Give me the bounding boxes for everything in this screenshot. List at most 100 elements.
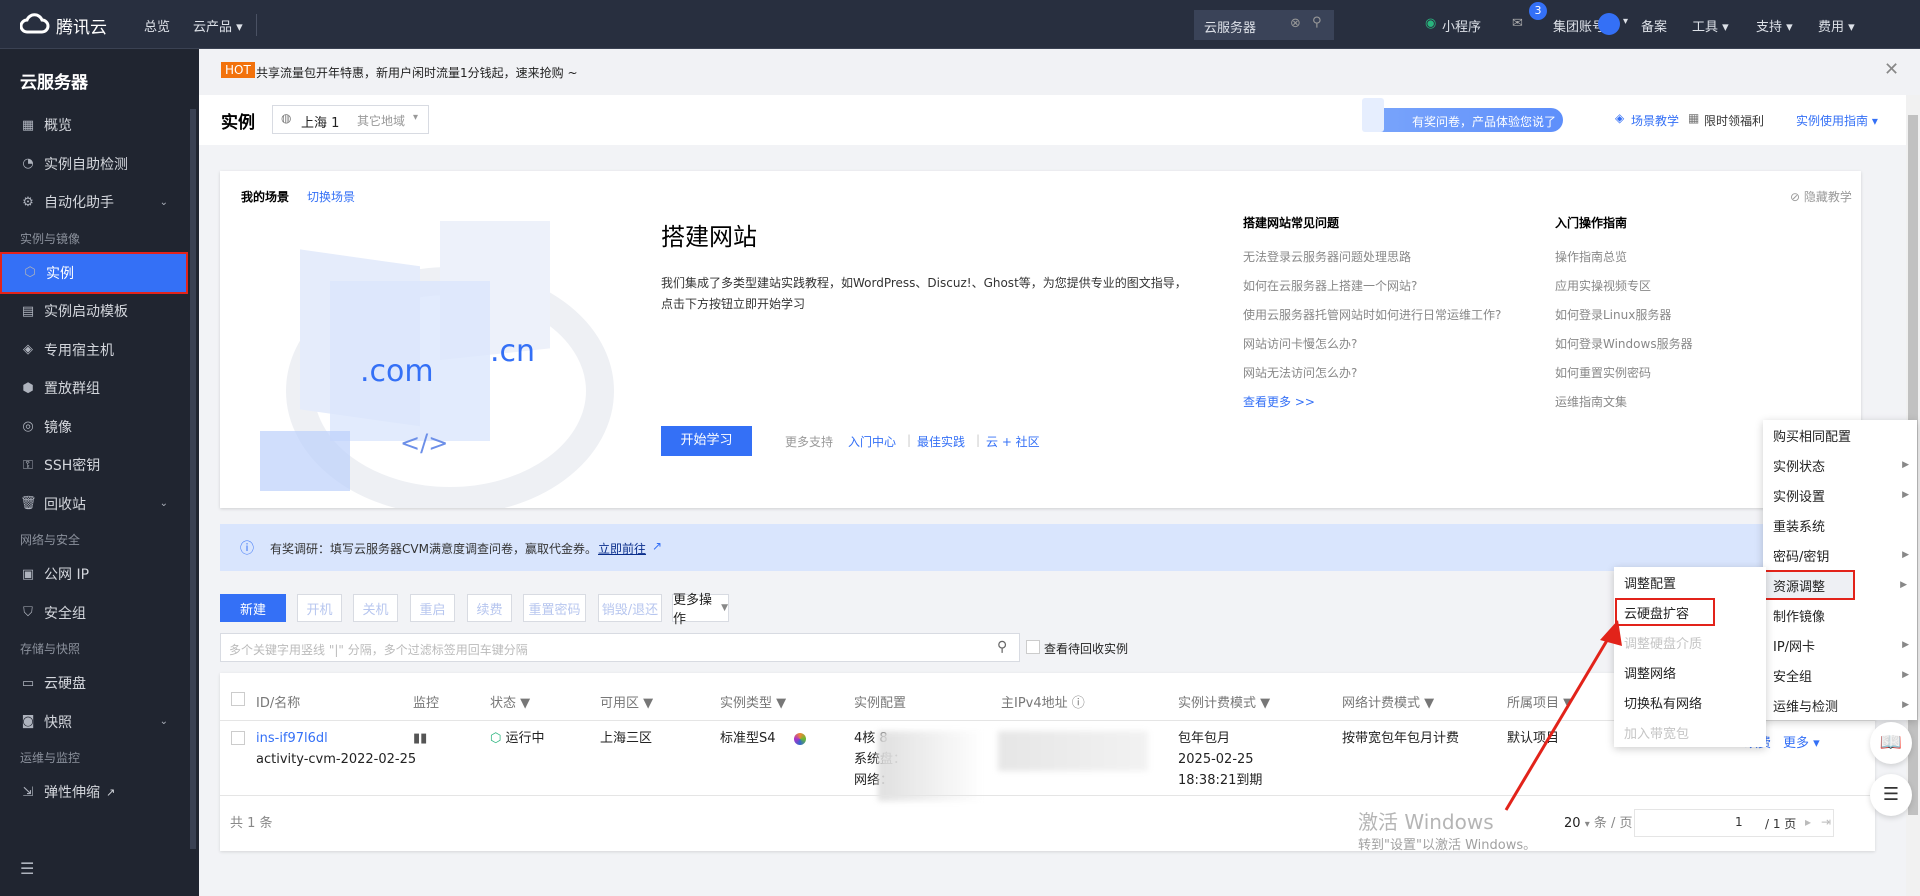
benefit-link[interactable]: 限时领福利 — [1704, 112, 1764, 129]
restart-button[interactable]: 重启 — [410, 594, 455, 622]
menu-item[interactable]: 安全组 ▶ — [1763, 660, 1917, 690]
recycle-checkbox[interactable] — [1026, 640, 1040, 654]
hot-text[interactable]: 共享流量包开年特惠，新用户闲时流量1分钱起，速来抢购 ~ — [256, 64, 578, 81]
switch-scene-link[interactable]: 切换场景 — [307, 188, 355, 205]
menu-item[interactable]: 实例状态 ▶ — [1763, 450, 1917, 480]
col-type[interactable]: 实例类型 ▼ — [720, 692, 786, 711]
nav-tools[interactable]: 工具 ▾ — [1692, 16, 1729, 35]
sidebar-item[interactable]: ◔ 实例自助检测 — [0, 145, 190, 183]
mini-program-link[interactable]: 小程序 — [1442, 16, 1481, 35]
reset-password-button[interactable]: 重置密码 — [523, 594, 586, 622]
select-all-checkbox[interactable] — [231, 692, 245, 706]
close-icon[interactable]: ✕ — [1884, 59, 1899, 80]
guide-item[interactable]: 运维指南文集 — [1555, 388, 1693, 417]
last-page-icon[interactable]: ⇥ — [1821, 815, 1831, 829]
menu-item[interactable]: 密码/密钥 ▶ — [1763, 540, 1917, 570]
sidebar-item-label: 实例启动模板 — [44, 304, 128, 320]
renew-button[interactable]: 续费 — [467, 594, 512, 622]
survey-pill[interactable]: 有奖问卷，产品体验您说了算 — [1362, 98, 1563, 146]
sidebar-item[interactable]: ▣ 公网 IP — [0, 555, 190, 593]
start-learning-button[interactable]: 开始学习 — [661, 426, 752, 456]
guide-item[interactable]: 操作指南总览 — [1555, 243, 1693, 272]
guide-dropdown[interactable]: 实例使用指南 ▾ — [1796, 112, 1878, 129]
sidebar-item[interactable]: ▭ 云硬盘 — [0, 664, 190, 702]
new-button[interactable]: 新建 — [220, 594, 286, 622]
menu-item[interactable]: 制作镜像 — [1763, 600, 1917, 630]
scene-title: 搭建网站 — [661, 223, 757, 251]
sidebar-item[interactable]: 🗑 回收站 ⌄ — [0, 485, 190, 523]
sidebar: 云服务器 ▦ 概览 ◔ 实例自助检测 ⚙ 自动化助手 ⌄ 实例与镜像 ⬡ 实例 ▤ 实例启动模板 ◈ 专用… — [0, 49, 199, 896]
region-select[interactable]: ◍ 上海 1 其它地域 ▾ — [272, 105, 429, 134]
sidebar-item[interactable]: ⛉ 安全组 — [0, 594, 190, 632]
nav-overview[interactable]: 总览 — [144, 16, 170, 35]
faq-item[interactable]: 网站访问卡慢怎么办? — [1243, 330, 1501, 359]
monitor-chart-icon[interactable]: ▮▮ — [413, 728, 427, 749]
nav-filing[interactable]: 备案 — [1641, 16, 1667, 35]
guide-item[interactable]: 如何登录Linux服务器 — [1555, 301, 1693, 330]
link-best-practice[interactable]: 最佳实践 — [917, 433, 965, 450]
start-button[interactable]: 开机 — [297, 594, 342, 622]
link-getting-started[interactable]: 入门中心 — [848, 433, 896, 450]
sidebar-item[interactable]: ⇲ 弹性伸缩 ↗ — [0, 773, 190, 811]
menu-item[interactable]: 资源调整 ▶ — [1763, 570, 1907, 600]
col-billing[interactable]: 实例计费模式 ▼ — [1178, 692, 1270, 711]
menu-item[interactable]: 实例设置 ▶ — [1763, 480, 1917, 510]
nav-support[interactable]: 支持 ▾ — [1756, 16, 1793, 35]
logo-text[interactable]: 腾讯云 — [56, 13, 107, 38]
page-input[interactable]: 1 — [1735, 815, 1743, 829]
sidebar-item[interactable]: ◎ 镜像 — [0, 408, 190, 446]
menu-item[interactable]: 重装系统 — [1763, 510, 1917, 540]
submenu-item[interactable]: 调整配置 — [1614, 567, 1766, 597]
instance-id-link[interactable]: ins-if97l6dl — [256, 728, 328, 749]
guide-item[interactable]: 如何重置实例密码 — [1555, 359, 1693, 388]
menu-item[interactable]: 购买相同配置 — [1763, 420, 1917, 450]
recycle-label[interactable]: 查看待回收实例 — [1044, 640, 1128, 657]
sidebar-item[interactable]: ⬡ 实例 — [0, 251, 188, 294]
row-checkbox[interactable] — [231, 731, 245, 745]
book-icon[interactable]: 📖 — [1870, 722, 1912, 764]
search-icon[interactable]: ⚲ — [1312, 15, 1322, 30]
more-actions-dropdown[interactable]: 更多操作 ▼ — [672, 593, 729, 627]
sidebar-item-label: 实例自助检测 — [44, 156, 128, 173]
hide-teaching-button[interactable]: ⊘ 隐藏教学 — [1790, 188, 1852, 205]
sidebar-item[interactable]: ⚿ SSH密钥 — [0, 446, 190, 484]
more-link[interactable]: 更多 ▾ — [1783, 733, 1820, 754]
avatar[interactable] — [1598, 13, 1620, 35]
search-input[interactable]: 云服务器 ⊗ ⚲ — [1194, 10, 1334, 40]
guide-item[interactable]: 应用实操视频专区 — [1555, 272, 1693, 301]
col-net-billing[interactable]: 网络计费模式 ▼ — [1342, 692, 1434, 711]
search-icon[interactable]: ⚲ — [997, 639, 1007, 655]
mail-icon[interactable]: ✉ — [1512, 16, 1523, 31]
avatar-chevron-icon[interactable]: ▾ — [1623, 16, 1628, 27]
faq-item[interactable]: 如何在云服务器上搭建一个网站? — [1243, 272, 1501, 301]
sidebar-item[interactable]: ◈ 专用宿主机 — [0, 331, 190, 369]
faq-more-link[interactable]: 查看更多 >> — [1243, 388, 1501, 417]
collapse-sidebar-icon[interactable]: ☰ — [20, 859, 34, 878]
qr-icon: ▦ — [1688, 111, 1700, 125]
list-icon[interactable]: ☰ — [1870, 774, 1912, 816]
destroy-button[interactable]: 销毁/退还 — [598, 594, 662, 622]
sidebar-scrollbar[interactable] — [190, 109, 196, 849]
menu-item[interactable]: IP/网卡 ▶ — [1763, 630, 1917, 660]
search-filter-input[interactable]: 多个关键字用竖线 "|" 分隔，多个过滤标签用回车键分隔 ⚲ — [220, 633, 1020, 662]
link-community[interactable]: 云 + 社区 — [986, 433, 1040, 450]
faq-item[interactable]: 无法登录云服务器问题处理思路 — [1243, 243, 1501, 272]
col-status[interactable]: 状态 ▼ — [490, 692, 530, 711]
notice-link[interactable]: 立即前往 — [598, 540, 646, 557]
sidebar-item[interactable]: ◙ 快照 ⌄ — [0, 703, 190, 741]
scene-teach-link[interactable]: 场景教学 — [1631, 112, 1679, 129]
sidebar-item[interactable]: ⚙ 自动化助手 ⌄ — [0, 183, 190, 221]
clear-icon[interactable]: ⊗ — [1290, 16, 1301, 31]
faq-item[interactable]: 网站无法访问怎么办? — [1243, 359, 1501, 388]
col-zone[interactable]: 可用区 ▼ — [600, 692, 653, 711]
guide-item[interactable]: 如何登录Windows服务器 — [1555, 330, 1693, 359]
next-page-icon[interactable]: ▸ — [1805, 815, 1811, 829]
stop-button[interactable]: 关机 — [353, 594, 398, 622]
sidebar-item[interactable]: ▤ 实例启动模板 — [0, 292, 190, 330]
sidebar-item[interactable]: ⬢ 置放群组 — [0, 369, 190, 407]
menu-item[interactable]: 运维与检测 ▶ — [1763, 690, 1917, 720]
sidebar-item[interactable]: ▦ 概览 — [0, 106, 190, 144]
nav-billing[interactable]: 费用 ▾ — [1818, 16, 1855, 35]
nav-products[interactable]: 云产品 ▾ — [193, 16, 243, 35]
faq-item[interactable]: 使用云服务器托管网站时如何进行日常运维工作? — [1243, 301, 1501, 330]
